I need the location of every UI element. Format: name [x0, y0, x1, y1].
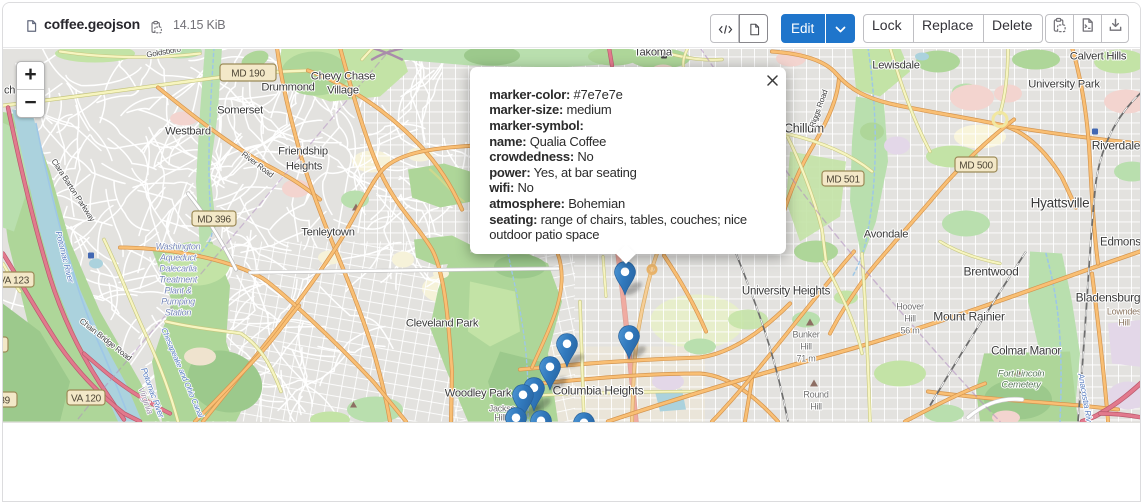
svg-text:Station: Station	[165, 307, 192, 317]
svg-text:Fort Lincoln: Fort Lincoln	[998, 368, 1045, 379]
svg-text:MD 501: MD 501	[826, 174, 860, 185]
svg-text:Hyattsville: Hyattsville	[1031, 195, 1090, 210]
svg-text:Colmar Manor: Colmar Manor	[991, 345, 1061, 357]
svg-text:Calvert Hills: Calvert Hills	[1070, 50, 1127, 62]
svg-text:56 m: 56 m	[900, 325, 919, 335]
svg-text:Woodley Park: Woodley Park	[445, 387, 512, 399]
svg-text:Tenleytown: Tenleytown	[301, 226, 354, 238]
svg-text:Cleveland Park: Cleveland Park	[406, 317, 479, 329]
svg-text:Lewisdale: Lewisdale	[872, 59, 920, 71]
svg-text:VA 120: VA 120	[71, 393, 102, 404]
svg-text:University Heights: University Heights	[742, 285, 831, 297]
svg-text:Bunker: Bunker	[792, 329, 819, 339]
svg-text:ch: ch	[4, 84, 15, 96]
svg-text:Riverdale: Riverdale	[1092, 138, 1140, 152]
svg-text:Cemetery: Cemetery	[1001, 379, 1042, 390]
svg-text:MD 396: MD 396	[197, 214, 231, 225]
svg-text:Dalecarlia: Dalecarlia	[159, 263, 197, 273]
svg-text:Hill: Hill	[904, 313, 916, 323]
svg-text:Friendship: Friendship	[278, 145, 328, 157]
svg-text:Bladensburg: Bladensburg	[1076, 290, 1140, 304]
svg-text:Avondale: Avondale	[864, 228, 908, 240]
svg-text:71 m: 71 m	[796, 353, 815, 363]
svg-text:Hill: Hill	[1118, 317, 1130, 327]
svg-text:Lowndes: Lowndes	[1107, 306, 1140, 316]
svg-text:Round: Round	[803, 389, 829, 399]
svg-text:Hill: Hill	[494, 412, 506, 422]
svg-text:Heights: Heights	[286, 160, 323, 172]
svg-text:Hill: Hill	[800, 341, 812, 351]
svg-text:Village: Village	[327, 84, 359, 96]
svg-text:739: 739	[3, 395, 11, 406]
svg-text:Washington: Washington	[156, 241, 201, 251]
svg-text:Edmonston: Edmonston	[1100, 236, 1140, 248]
svg-text:Mount Rainier: Mount Rainier	[933, 309, 1005, 323]
svg-text:Hoover: Hoover	[896, 301, 924, 311]
svg-text:University Park: University Park	[1028, 78, 1100, 90]
svg-text:Takoma: Takoma	[634, 49, 673, 59]
svg-text:Plant &: Plant &	[164, 285, 192, 295]
svg-text:Hill: Hill	[810, 401, 822, 411]
svg-text:Brentwood: Brentwood	[963, 264, 1018, 278]
svg-text:Westbard: Westbard	[165, 125, 211, 137]
svg-text:Chevy Chase: Chevy Chase	[311, 70, 375, 82]
svg-text:MD 190: MD 190	[231, 68, 265, 79]
svg-text:Aqueduct: Aqueduct	[159, 252, 197, 262]
svg-text:Somerset: Somerset	[217, 104, 264, 116]
svg-text:Treatment: Treatment	[159, 274, 198, 284]
svg-text:Columbia Heights: Columbia Heights	[553, 383, 644, 397]
svg-text:Pumping: Pumping	[161, 296, 195, 306]
svg-text:Drummond: Drummond	[261, 81, 314, 93]
svg-text:VA 123: VA 123	[3, 275, 30, 286]
svg-text:MD 500: MD 500	[959, 160, 993, 171]
